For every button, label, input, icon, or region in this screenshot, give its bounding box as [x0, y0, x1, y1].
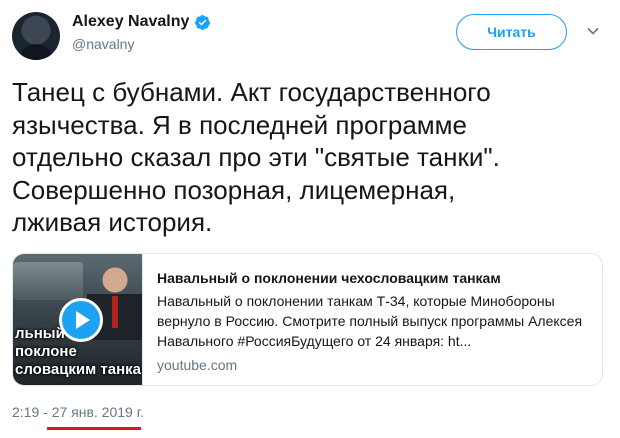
follow-button[interactable]: Читать: [456, 14, 567, 50]
card-thumbnail[interactable]: льный о поклоне словацким танка: [13, 254, 143, 385]
play-icon[interactable]: [59, 298, 103, 342]
avatar[interactable]: [12, 12, 60, 60]
author-block: Alexey Navalny @navalny: [72, 13, 211, 52]
thumbnail-tank-image: [13, 262, 83, 300]
card-body: Навальный о поклонении чехословацким тан…: [143, 254, 602, 385]
annotation-underline: [47, 427, 141, 430]
card-title[interactable]: Навальный о поклонении чехословацким тан…: [157, 268, 590, 288]
thumbnail-tie: [112, 296, 118, 328]
author-name-row[interactable]: Alexey Navalny: [72, 13, 211, 31]
verified-badge-icon: [195, 14, 211, 30]
card-domain: youtube.com: [157, 357, 238, 373]
card-description: Навальный о поклонении танкам Т-34, кото…: [157, 293, 583, 349]
link-card[interactable]: льный о поклоне словацким танка Навальны…: [12, 253, 603, 386]
tweet-text: Танец с бубнами. Акт государственного яз…: [12, 77, 500, 237]
avatar-figure: [18, 44, 54, 60]
author-name[interactable]: Alexey Navalny: [72, 13, 189, 31]
tweet-timestamp[interactable]: 2:19 - 27 янв. 2019 г.: [12, 404, 144, 420]
author-handle[interactable]: @navalny: [72, 36, 211, 52]
chevron-down-icon[interactable]: [586, 24, 600, 38]
